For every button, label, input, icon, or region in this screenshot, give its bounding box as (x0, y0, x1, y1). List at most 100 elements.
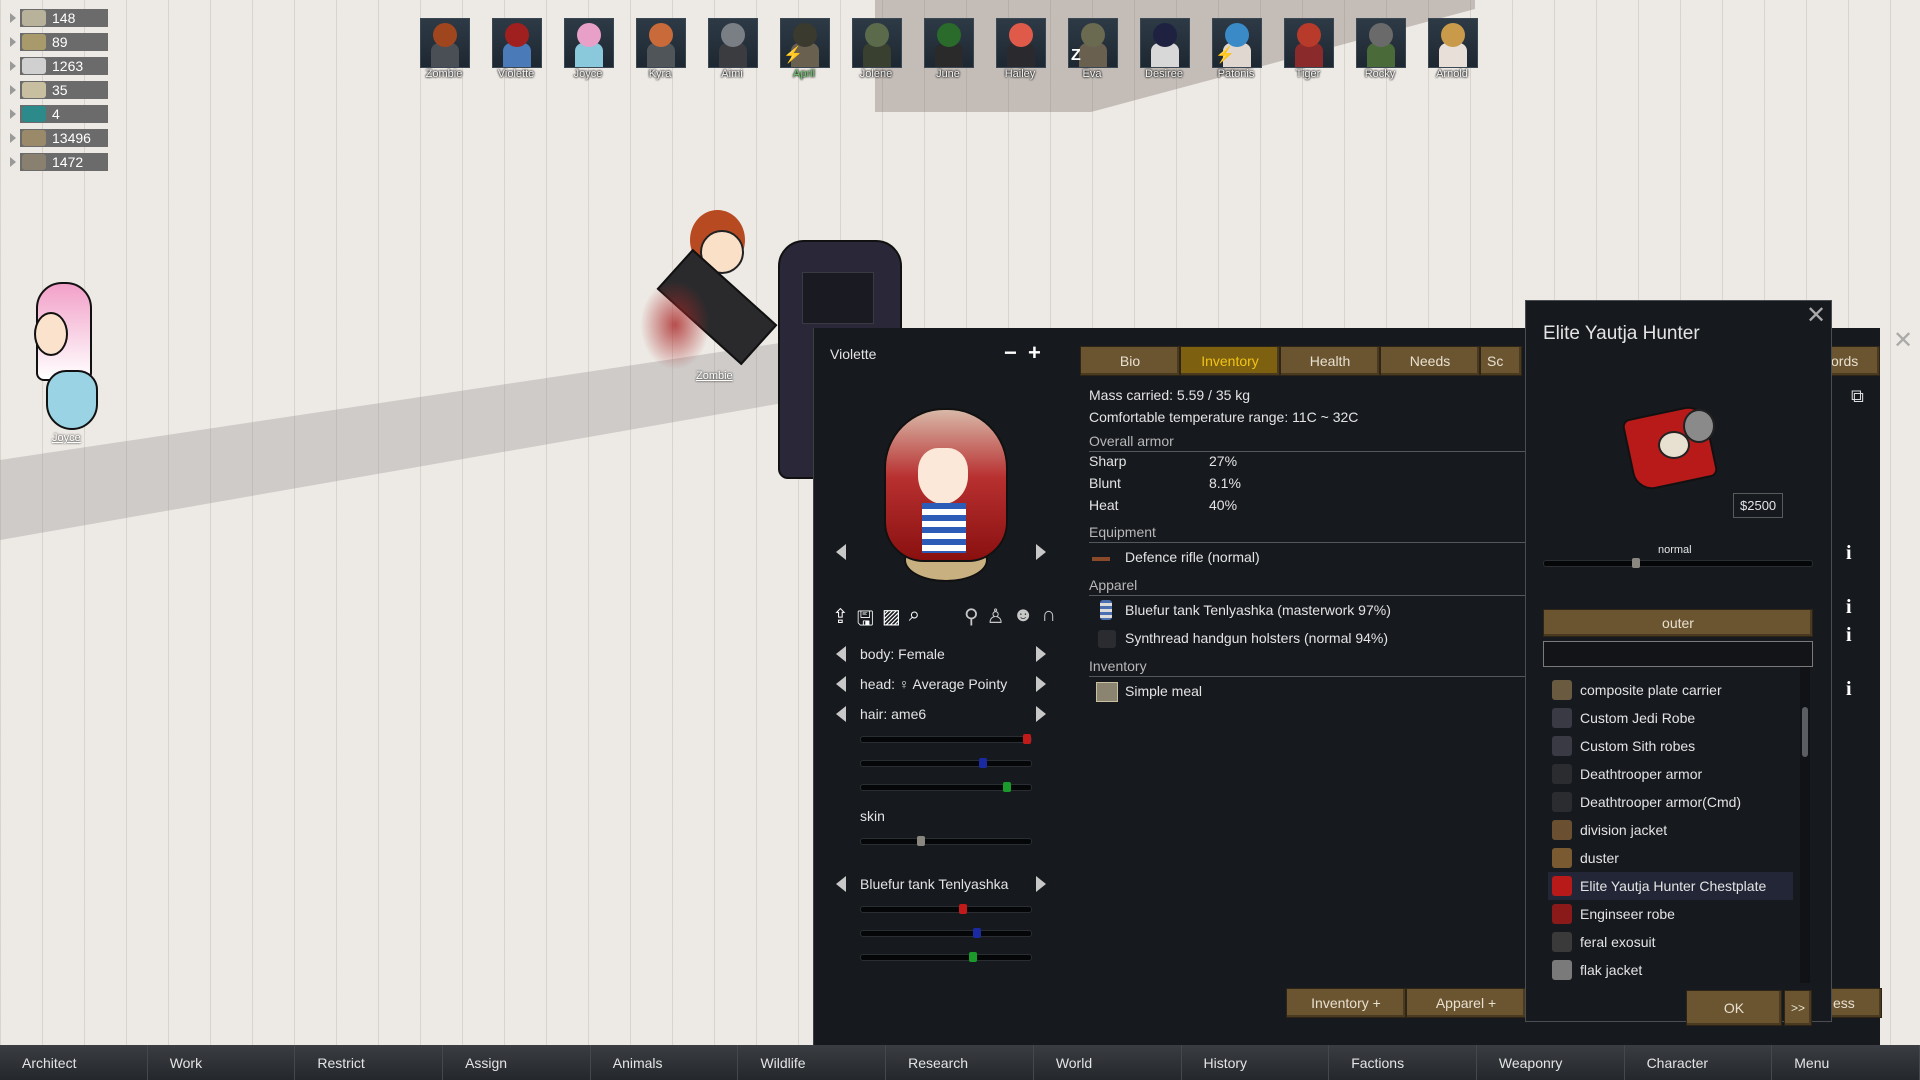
slider-knob[interactable] (969, 952, 977, 962)
colonist-avatar[interactable]: Z (1068, 18, 1118, 68)
hair-next-arrow[interactable] (1036, 706, 1046, 722)
info-icon[interactable]: i (1846, 678, 1852, 701)
colonist-portrait[interactable]: Jolene (852, 18, 902, 80)
colonist-avatar[interactable] (996, 18, 1046, 68)
main-tab-wildlife[interactable]: Wildlife (738, 1045, 887, 1080)
pawn-joyce[interactable]: Joyce (28, 282, 108, 444)
quality-slider[interactable] (1543, 558, 1813, 568)
head-icon[interactable]: ☻ (1013, 604, 1034, 629)
search-input[interactable] (1543, 641, 1813, 667)
apparel-list-item[interactable]: composite plate carrier (1548, 676, 1793, 704)
main-tab-assign[interactable]: Assign (443, 1045, 591, 1080)
colonist-avatar[interactable] (1140, 18, 1190, 68)
portrait-prev-arrow[interactable] (836, 544, 846, 560)
info-icon[interactable]: i (1846, 596, 1852, 619)
load-icon[interactable]: ⇪ (832, 604, 849, 638)
expand-icon[interactable] (10, 13, 16, 23)
info-icon[interactable]: i (1846, 542, 1852, 565)
zoom-out-button[interactable]: − (1004, 340, 1017, 366)
list-scrollbar[interactable] (1800, 667, 1810, 983)
colonist-avatar[interactable] (636, 18, 686, 68)
tab-needs[interactable]: Needs (1380, 346, 1480, 376)
apparel-list-item[interactable]: Custom Jedi Robe (1548, 704, 1793, 732)
main-tab-restrict[interactable]: Restrict (295, 1045, 444, 1080)
tab-health[interactable]: Health (1280, 346, 1380, 376)
ok-button[interactable]: OK (1686, 990, 1782, 1026)
colonist-avatar[interactable] (1356, 18, 1406, 68)
colonist-portrait[interactable]: Hailey (996, 18, 1046, 80)
apparel-list-item[interactable]: Elite Yautja Hunter Chestplate (1548, 872, 1793, 900)
head-prev-arrow[interactable] (836, 676, 846, 692)
gender-icon[interactable]: ⚲ (964, 604, 979, 629)
colonist-portrait[interactable]: Violette (492, 18, 542, 80)
apparel-plus-button[interactable]: Apparel + (1406, 988, 1526, 1018)
next-button[interactable]: >> (1784, 990, 1812, 1026)
random-icon[interactable]: ▨ (882, 604, 901, 638)
colonist-portrait[interactable]: Kyra (636, 18, 686, 80)
expand-icon[interactable] (10, 157, 16, 167)
hair-prev-arrow[interactable] (836, 706, 846, 722)
tab-inventory[interactable]: Inventory (1180, 346, 1280, 376)
hair-blue-slider[interactable] (860, 782, 1032, 792)
colonist-avatar[interactable] (708, 18, 758, 68)
colonist-portrait[interactable]: ⚡ Patonis (1212, 18, 1262, 80)
colonist-portrait[interactable]: Zombie (420, 18, 470, 80)
layer-outer-button[interactable]: outer (1543, 609, 1813, 637)
colonist-portrait[interactable]: ⚡ April (780, 18, 830, 80)
slider-knob[interactable] (917, 836, 925, 846)
slider-knob[interactable] (979, 758, 987, 768)
expand-icon[interactable] (10, 109, 16, 119)
apparel-list-item[interactable]: duster (1548, 844, 1793, 872)
records-tab-partial[interactable]: ords (1828, 346, 1880, 376)
apparel-list-item[interactable]: division jacket (1548, 816, 1793, 844)
save-icon[interactable]: 🖫 (857, 604, 874, 638)
slider-knob[interactable] (1023, 734, 1031, 744)
main-tab-character[interactable]: Character (1624, 1045, 1773, 1080)
resource-row[interactable]: 89 (10, 32, 108, 52)
main-tab-factions[interactable]: Factions (1329, 1045, 1477, 1080)
tab-sc[interactable]: Sc (1480, 346, 1522, 376)
copy-icon[interactable]: ⧉ (1851, 386, 1864, 407)
apparel-list-item[interactable]: Custom Sith robes (1548, 732, 1793, 760)
head-next-arrow[interactable] (1036, 676, 1046, 692)
apparel-prev-arrow[interactable] (836, 876, 846, 892)
apparel-list-item[interactable]: Enginseer robe (1548, 900, 1793, 928)
colonist-portrait[interactable]: Desiree (1140, 18, 1190, 80)
body-prev-arrow[interactable] (836, 646, 846, 662)
main-tab-architect[interactable]: Architect (0, 1045, 148, 1080)
apparel-list-item[interactable]: Deathtrooper armor(Cmd) (1548, 788, 1793, 816)
hair-red-slider[interactable] (860, 734, 1032, 744)
apparel-blue-slider[interactable] (860, 952, 1032, 962)
resource-row[interactable]: 4 (10, 104, 108, 124)
colonist-avatar[interactable] (564, 18, 614, 68)
inventory-item[interactable]: Simple meal (1125, 683, 1202, 699)
scrollbar-thumb[interactable] (1802, 707, 1808, 757)
portrait-next-arrow[interactable] (1036, 544, 1046, 560)
zoom-in-button[interactable]: + (1028, 340, 1041, 366)
apparel-list-item[interactable]: feral exosuit (1548, 928, 1793, 956)
main-tab-menu[interactable]: Menu (1772, 1045, 1920, 1080)
resource-row[interactable]: 1472 (10, 152, 108, 172)
colonist-avatar[interactable] (1284, 18, 1334, 68)
slider-knob[interactable] (973, 928, 981, 938)
colonist-portrait[interactable]: Aimi (708, 18, 758, 80)
slider-knob[interactable] (959, 904, 967, 914)
resource-row[interactable]: 148 (10, 8, 108, 28)
hair-icon[interactable]: ∩ (1042, 604, 1056, 629)
apparel-red-slider[interactable] (860, 904, 1032, 914)
resource-row[interactable]: 35 (10, 80, 108, 100)
info-icon[interactable]: i (1846, 624, 1852, 647)
expand-icon[interactable] (10, 133, 16, 143)
search-icon[interactable]: ⌕ (909, 604, 920, 638)
resource-row[interactable]: 13496 (10, 128, 108, 148)
expand-icon[interactable] (10, 85, 16, 95)
colonist-portrait[interactable]: Z Eva (1068, 18, 1118, 80)
inventory-plus-button[interactable]: Inventory + (1286, 988, 1406, 1018)
main-tab-weaponry[interactable]: Weaponry (1476, 1045, 1625, 1080)
apparel-green-slider[interactable] (860, 928, 1032, 938)
apparel-item[interactable]: Bluefur tank Tenlyashka (masterwork 97%) (1125, 602, 1391, 618)
expand-icon[interactable] (10, 37, 16, 47)
main-tab-world[interactable]: World (1033, 1045, 1182, 1080)
close-icon[interactable]: ✕ (1806, 301, 1826, 330)
colonist-avatar[interactable] (492, 18, 542, 68)
